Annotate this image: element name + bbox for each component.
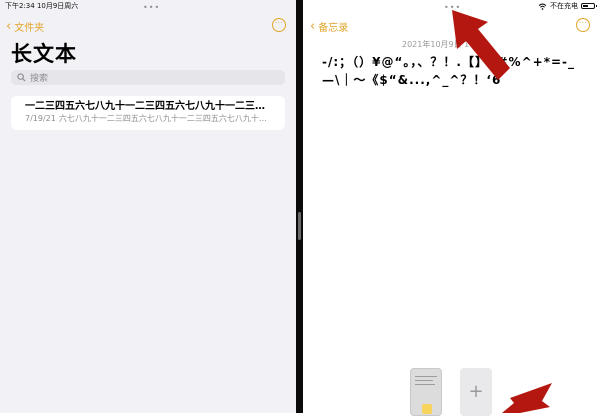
thumbnail-line — [415, 376, 437, 377]
back-label: 文件夹 — [14, 23, 45, 34]
note-preview: 六七八九十一二三四五六七八九十一二三四五六七八九十一二三四五六七八九十 — [58, 114, 272, 123]
note-subtitle: 7/19/21六七八九十一二三四五六七八九十一二三四五六七八九十一二三四五六七八… — [25, 113, 272, 125]
more-options-button[interactable]: ··· — [272, 18, 286, 32]
back-to-folders-button[interactable]: ‹ 文件夹 — [6, 18, 45, 35]
annotation-arrow-bottom-icon — [502, 383, 552, 413]
note-date: 7/19/21 — [25, 114, 56, 123]
note-more-button[interactable]: ··· — [576, 18, 590, 32]
app-window-thumbnail[interactable] — [410, 368, 442, 416]
split-view-handle[interactable] — [298, 212, 301, 240]
split-view-divider[interactable] — [296, 0, 303, 413]
ellipsis-icon: ··· — [274, 19, 284, 27]
battery-icon — [581, 3, 597, 9]
annotation-arrow-top-icon — [452, 10, 510, 80]
ellipsis-icon-right: ··· — [578, 19, 588, 27]
wifi-icon — [538, 3, 547, 10]
search-input[interactable]: 搜索 — [11, 70, 285, 85]
add-window-button[interactable]: + — [460, 368, 492, 416]
back-label-notes: 备忘录 — [318, 23, 349, 34]
status-time: 下午2:34 10月9日周六 — [5, 2, 79, 10]
battery-level — [583, 5, 588, 7]
back-to-notes-button[interactable]: ‹ 备忘录 — [310, 18, 349, 35]
note-list-item[interactable]: 一二三四五六七八九十一二三四五六七八九十一二三四五六七八九十 7/19/21六七… — [11, 96, 285, 130]
thumbnail-line — [415, 380, 433, 381]
multitask-dots-icon[interactable]: ••• — [143, 4, 160, 12]
search-icon — [17, 73, 26, 82]
note-title: 一二三四五六七八九十一二三四五六七八九十一二三四五六七八九十 — [25, 101, 272, 112]
chevron-left-icon: ‹ — [6, 18, 12, 34]
charging-status: 不在充电 — [550, 2, 578, 10]
folder-title: 长文本 — [11, 42, 77, 66]
chevron-left-icon-right: ‹ — [310, 18, 316, 34]
status-bar-right: 不在充电 — [538, 1, 597, 11]
plus-icon: + — [468, 381, 484, 402]
thumbnail-line — [415, 384, 435, 385]
search-placeholder: 搜索 — [30, 74, 49, 84]
